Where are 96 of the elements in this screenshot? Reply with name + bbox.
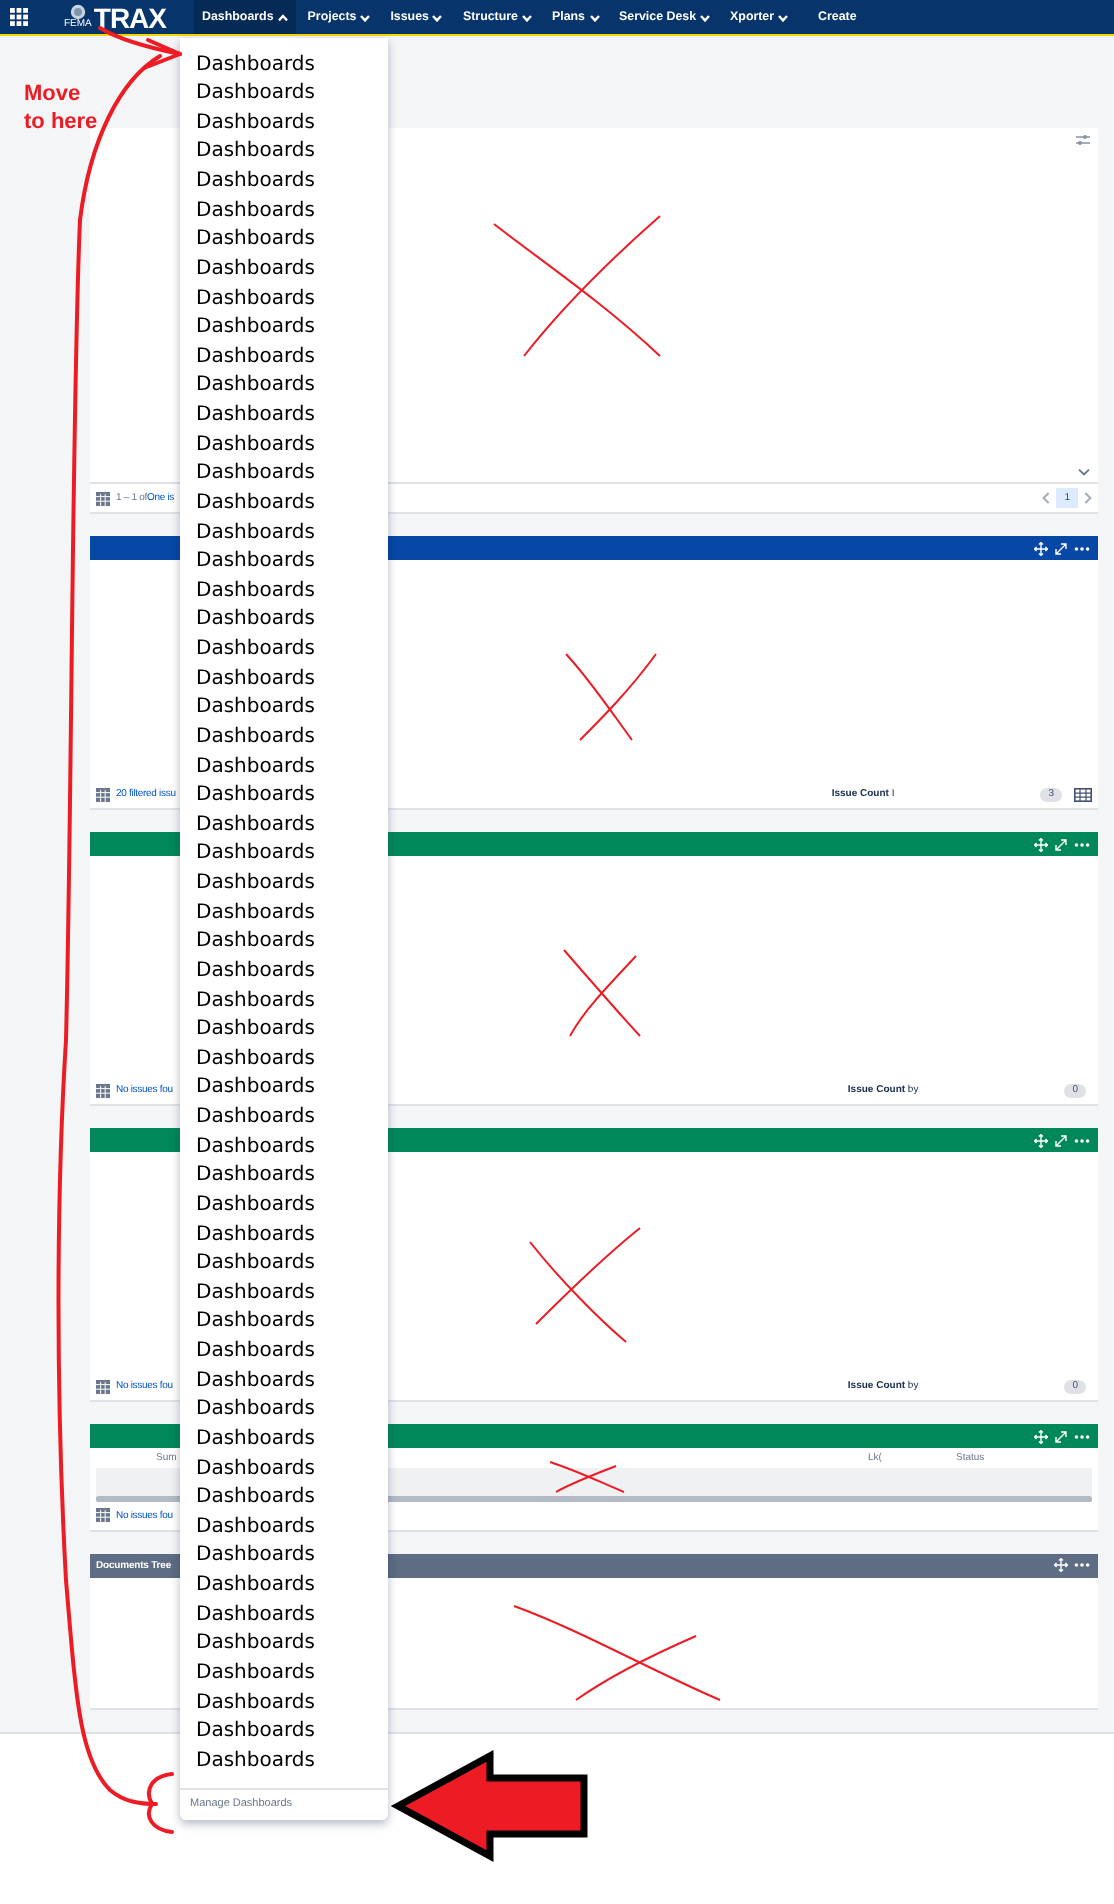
seal-icon [69, 4, 86, 20]
expand-icon[interactable] [1054, 541, 1068, 555]
menu-item[interactable]: Dashboards [180, 1396, 388, 1426]
table-icon [96, 1508, 110, 1522]
menu-item[interactable]: Dashboards [180, 957, 388, 987]
caret-icon [778, 13, 789, 21]
move-icon[interactable] [1054, 1558, 1068, 1572]
menu-item[interactable]: Dashboards [180, 840, 388, 870]
menu-item[interactable]: Dashboards [180, 782, 388, 812]
menu-item[interactable]: Dashboards [180, 1659, 388, 1689]
more-icon[interactable] [1074, 545, 1090, 551]
menu-item[interactable]: Dashboards [180, 665, 388, 695]
menu-item[interactable]: Dashboards [180, 285, 388, 315]
caret-icon [521, 13, 532, 21]
cross-mark-drawing [563, 949, 641, 1037]
menu-item[interactable]: Dashboards [180, 636, 388, 666]
menu-item[interactable]: Dashboards [180, 1308, 388, 1338]
expand-icon[interactable] [1054, 837, 1068, 851]
cross-mark-drawing [529, 1227, 641, 1343]
caret-icon [360, 13, 371, 21]
menu-item[interactable]: Dashboards [180, 255, 388, 285]
more-icon[interactable] [1074, 1433, 1090, 1439]
menu-item[interactable]: Dashboards [180, 489, 388, 519]
menu-item[interactable]: Dashboards [180, 1425, 388, 1455]
menu-item[interactable]: Dashboards [180, 343, 388, 373]
app-grid-icon[interactable] [10, 8, 28, 26]
menu-item[interactable]: Dashboards [180, 197, 388, 227]
menu-item[interactable]: Dashboards [180, 1513, 388, 1543]
menu-item[interactable]: Dashboards [180, 606, 388, 636]
menu-item[interactable]: Dashboards [180, 168, 388, 198]
expand-icon[interactable] [1054, 1429, 1068, 1443]
menu-item[interactable]: Dashboards [180, 80, 388, 110]
cross-mark-drawing [549, 1461, 625, 1493]
menu-item[interactable]: Dashboards [180, 1016, 388, 1046]
menu-item[interactable]: Dashboards [180, 314, 388, 344]
menu-item[interactable]: Dashboards [180, 753, 388, 783]
menu-item[interactable]: Dashboards [180, 1542, 388, 1572]
menu-item[interactable]: Dashboards [180, 811, 388, 841]
menu-item[interactable]: Dashboards [180, 402, 388, 432]
menu-item[interactable]: Dashboards [180, 1074, 388, 1104]
menu-item[interactable]: Dashboards [180, 1104, 388, 1134]
menu-item[interactable]: Dashboards [180, 899, 388, 929]
menu-item[interactable]: Dashboards [180, 1630, 388, 1660]
menu-item[interactable]: Dashboards [180, 1484, 388, 1514]
menu-item[interactable]: Dashboards [180, 723, 388, 753]
more-icon[interactable] [1074, 1562, 1090, 1568]
table-view-icon[interactable] [1074, 787, 1092, 801]
move-icon[interactable] [1034, 1429, 1048, 1443]
more-icon[interactable] [1074, 841, 1090, 847]
cross-mark-drawing [565, 653, 657, 741]
menu-item[interactable]: Dashboards [180, 1221, 388, 1251]
menu-item[interactable]: Dashboards [180, 372, 388, 402]
caret-icon [700, 13, 711, 21]
menu-item[interactable]: Dashboards [180, 1689, 388, 1719]
menu-item[interactable]: Dashboards [180, 51, 388, 81]
menu-item[interactable]: Dashboards [180, 1747, 388, 1777]
menu-item[interactable]: Dashboards [180, 1338, 388, 1368]
menu-item[interactable]: Dashboards [180, 519, 388, 549]
menu-item[interactable]: Dashboards [180, 987, 388, 1017]
menu-item[interactable]: Dashboards [180, 1455, 388, 1485]
move-icon[interactable] [1034, 541, 1048, 555]
menu-item[interactable]: Dashboards [180, 138, 388, 168]
move-icon[interactable] [1034, 837, 1048, 851]
table-icon [96, 491, 110, 505]
menu-item[interactable]: Dashboards [180, 1045, 388, 1075]
caret-icon [432, 13, 443, 21]
menu-item[interactable]: Dashboards [180, 1367, 388, 1397]
logo[interactable]: TRAX [93, 1, 167, 33]
table-icon [96, 1379, 110, 1393]
menu-item[interactable]: Dashboards [180, 226, 388, 256]
menu-item[interactable]: Dashboards [180, 1133, 388, 1163]
menu-item[interactable]: Dashboards [180, 870, 388, 900]
menu-item[interactable]: Dashboards [180, 1279, 388, 1309]
move-icon[interactable] [1034, 1133, 1048, 1147]
menu-item[interactable]: Dashboards [180, 694, 388, 724]
caret-icon [589, 13, 599, 21]
caret-icon [277, 13, 288, 21]
sliders-icon[interactable] [1076, 134, 1090, 146]
menu-item[interactable]: Dashboards [180, 548, 388, 578]
chevron-down-icon[interactable] [1078, 468, 1090, 476]
menu-item[interactable]: Dashboards [180, 1162, 388, 1192]
expand-icon[interactable] [1054, 1133, 1068, 1147]
menu-item[interactable]: Dashboards [180, 928, 388, 958]
annotation-text: Move to here [24, 80, 100, 136]
table-icon [96, 787, 110, 801]
menu-item[interactable]: Dashboards [180, 431, 388, 461]
menu-item[interactable]: Dashboards [180, 1250, 388, 1280]
menu-item[interactable]: Dashboards [180, 1601, 388, 1631]
menu-item[interactable]: Dashboards [180, 1718, 388, 1748]
menu-item[interactable]: Dashboards [180, 109, 388, 139]
menu-item[interactable]: Dashboards [180, 460, 388, 490]
menu-item[interactable]: Dashboards [180, 577, 388, 607]
menu-item[interactable]: Dashboards [180, 1191, 388, 1221]
more-icon[interactable] [1074, 1137, 1090, 1143]
table-icon [96, 1083, 110, 1097]
menu-item[interactable]: Dashboards [180, 1572, 388, 1602]
